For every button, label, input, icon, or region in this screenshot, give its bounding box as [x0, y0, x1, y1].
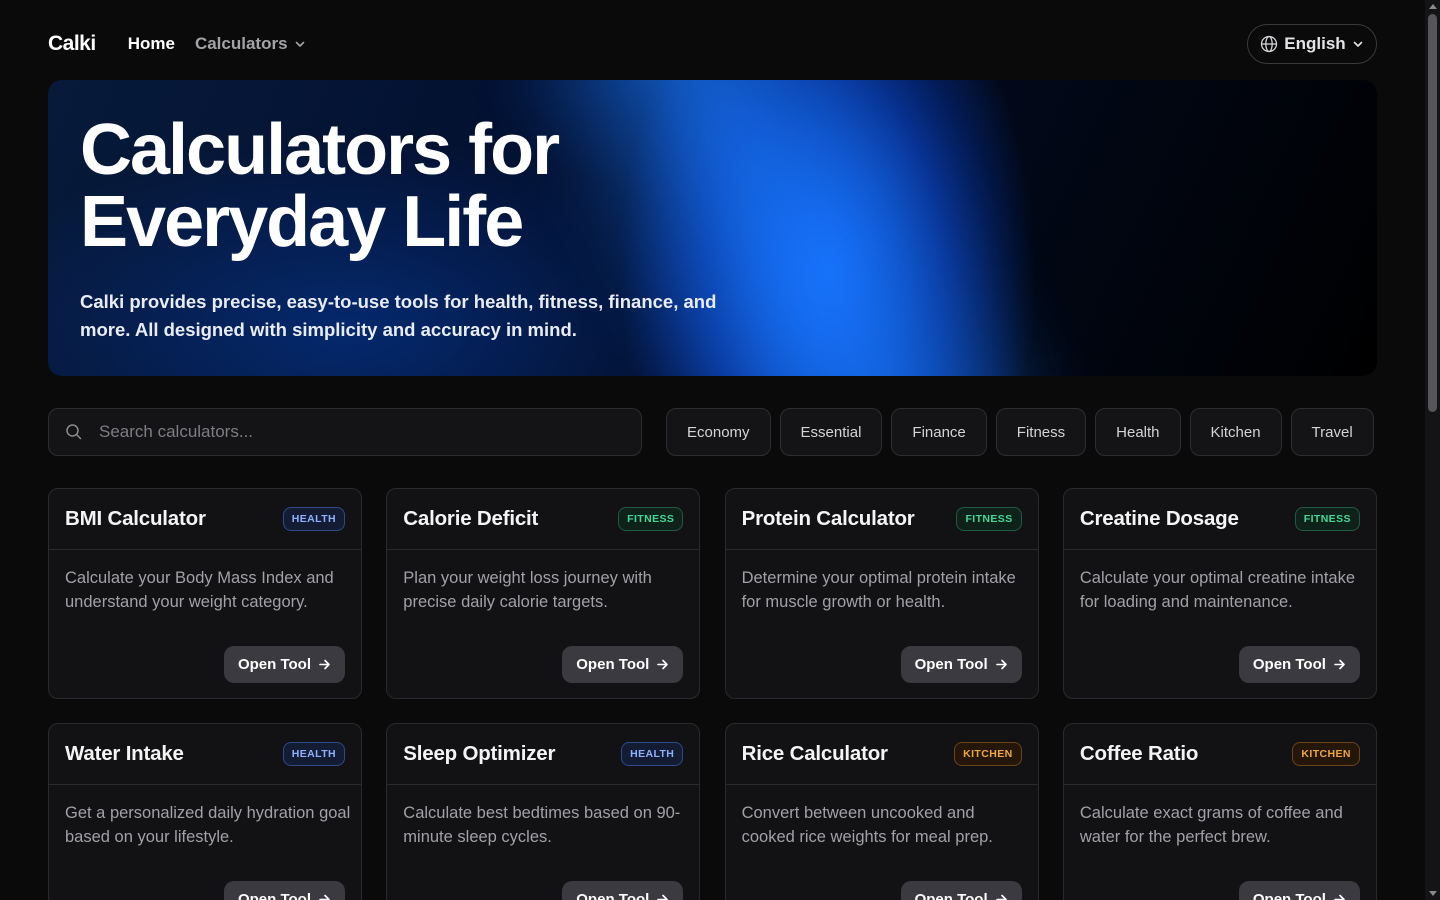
card-description: Calculate exact grams of coffee and wate…: [1079, 804, 1343, 846]
arrow-right-icon: [319, 659, 330, 670]
category-badge: HEALTH: [621, 742, 684, 766]
search-input[interactable]: [99, 422, 599, 442]
open-tool-button[interactable]: Open Tool: [562, 646, 684, 683]
open-tool-label: Open Tool: [576, 891, 650, 900]
scroll-up-arrow-icon[interactable]: [1429, 4, 1437, 9]
open-tool-label: Open Tool: [1252, 656, 1326, 673]
card-description: Convert between uncooked and cooked rice…: [741, 804, 993, 846]
category-filters: Economy Essential Finance Fitness Health…: [666, 408, 1374, 456]
filter-essential[interactable]: Essential: [779, 408, 883, 456]
filter-kitchen[interactable]: Kitchen: [1189, 408, 1282, 456]
search-box[interactable]: [48, 408, 642, 456]
open-tool-button[interactable]: Open Tool: [562, 881, 684, 900]
calculator-card-sleep-optimizer[interactable]: Sleep Optimizer HEALTH Calculate best be…: [386, 723, 701, 900]
calculator-card-water-intake[interactable]: Water Intake HEALTH Get a personalized d…: [48, 723, 362, 900]
chevron-down-icon: [295, 41, 304, 47]
card-header: Rice Calculator KITCHEN: [725, 724, 1038, 785]
hero-title: Calculators for Everyday Life: [80, 114, 780, 258]
filter-finance[interactable]: Finance: [891, 408, 987, 456]
calculator-card-rice[interactable]: Rice Calculator KITCHEN Convert between …: [724, 723, 1039, 900]
card-header: Water Intake HEALTH: [49, 724, 361, 785]
card-description: Plan your weight loss journey with preci…: [403, 569, 652, 611]
card-header: BMI Calculator HEALTH: [49, 489, 361, 550]
arrow-right-icon: [319, 894, 330, 900]
category-badge: HEALTH: [282, 742, 345, 766]
nav-calculators-label: Calculators: [194, 34, 288, 53]
page-scrollbar[interactable]: [1425, 0, 1440, 900]
calculator-grid: BMI Calculator HEALTH Calculate your Bod…: [48, 488, 1377, 900]
calculator-card-coffee-ratio[interactable]: Coffee Ratio KITCHEN Calculate exact gra…: [1062, 723, 1377, 900]
logo[interactable]: Calki: [48, 32, 96, 56]
filter-health[interactable]: Health: [1095, 408, 1181, 456]
open-tool-button[interactable]: Open Tool: [224, 881, 345, 900]
language-label: English: [1284, 34, 1346, 53]
search-icon: [66, 424, 82, 440]
hero-subtitle: Calki provides precise, easy-to-use tool…: [80, 291, 717, 340]
filter-economy[interactable]: Economy: [666, 408, 771, 456]
card-title: Protein Calculator: [741, 507, 915, 530]
open-tool-button[interactable]: Open Tool: [900, 646, 1022, 683]
card-description: Calculate your optimal creatine intake f…: [1079, 569, 1356, 611]
card-header: Protein Calculator FITNESS: [725, 489, 1038, 550]
category-badge: HEALTH: [282, 507, 345, 531]
card-header: Creatine Dosage FITNESS: [1063, 489, 1376, 550]
top-nav: Calki Home Calculators English: [48, 24, 1377, 64]
calculator-card-creatine[interactable]: Creatine Dosage FITNESS Calculate your o…: [1062, 488, 1377, 699]
arrow-right-icon: [995, 659, 1007, 670]
card-description: Get a personalized daily hydration goal …: [65, 804, 351, 846]
open-tool-label: Open Tool: [914, 891, 988, 900]
card-description: Calculate best bedtimes based on 90-minu…: [403, 804, 681, 846]
category-badge: FITNESS: [618, 507, 684, 531]
card-description: Calculate your Body Mass Index and under…: [65, 569, 334, 611]
category-badge: KITCHEN: [1292, 742, 1360, 766]
card-title: BMI Calculator: [65, 507, 206, 530]
filter-travel[interactable]: Travel: [1290, 408, 1374, 456]
card-title: Rice Calculator: [741, 742, 888, 765]
scrollbar-thumb[interactable]: [1428, 14, 1437, 412]
open-tool-button[interactable]: Open Tool: [900, 881, 1022, 900]
open-tool-label: Open Tool: [237, 891, 312, 900]
open-tool-label: Open Tool: [914, 656, 988, 673]
nav-calculators-dropdown[interactable]: Calculators: [195, 34, 306, 54]
card-title: Water Intake: [65, 742, 184, 765]
globe-icon: [1261, 35, 1278, 53]
arrow-right-icon: [657, 894, 669, 900]
category-badge: KITCHEN: [954, 742, 1022, 766]
nav-home-link[interactable]: Home: [128, 34, 175, 54]
open-tool-button[interactable]: Open Tool: [224, 646, 345, 683]
hero-banner: Calculators for Everyday Life Calki prov…: [48, 80, 1377, 376]
open-tool-label: Open Tool: [237, 656, 312, 673]
arrow-right-icon: [1334, 894, 1345, 900]
scroll-down-arrow-icon[interactable]: [1429, 891, 1437, 896]
calculator-card-calorie-deficit[interactable]: Calorie Deficit FITNESS Plan your weight…: [386, 488, 701, 699]
language-selector[interactable]: English: [1247, 24, 1377, 64]
card-title: Creatine Dosage: [1079, 507, 1239, 530]
card-title: Calorie Deficit: [403, 507, 539, 530]
page: Calki Home Calculators English Calculato…: [0, 0, 1440, 900]
card-description: Determine your optimal protein intake fo…: [741, 569, 1016, 611]
card-title: Coffee Ratio: [1079, 742, 1199, 765]
calculator-card-protein[interactable]: Protein Calculator FITNESS Determine you…: [724, 488, 1039, 699]
open-tool-label: Open Tool: [576, 656, 650, 673]
open-tool-button[interactable]: Open Tool: [1238, 881, 1360, 900]
chevron-down-icon: [1353, 41, 1363, 47]
card-header: Coffee Ratio KITCHEN: [1063, 724, 1376, 785]
open-tool-button[interactable]: Open Tool: [1238, 646, 1360, 683]
card-header: Sleep Optimizer HEALTH: [387, 724, 700, 785]
arrow-right-icon: [657, 659, 669, 670]
card-header: Calorie Deficit FITNESS: [387, 489, 700, 550]
category-badge: FITNESS: [1294, 507, 1360, 531]
arrow-right-icon: [995, 894, 1007, 900]
card-title: Sleep Optimizer: [403, 742, 556, 765]
hero-title-line-2: Everyday Life: [80, 182, 524, 262]
open-tool-label: Open Tool: [1252, 891, 1326, 900]
filter-fitness[interactable]: Fitness: [995, 408, 1087, 456]
calculator-card-bmi[interactable]: BMI Calculator HEALTH Calculate your Bod…: [48, 488, 362, 699]
hero-title-line-1: Calculators for: [80, 110, 560, 190]
category-badge: FITNESS: [956, 507, 1022, 531]
arrow-right-icon: [1334, 659, 1345, 670]
